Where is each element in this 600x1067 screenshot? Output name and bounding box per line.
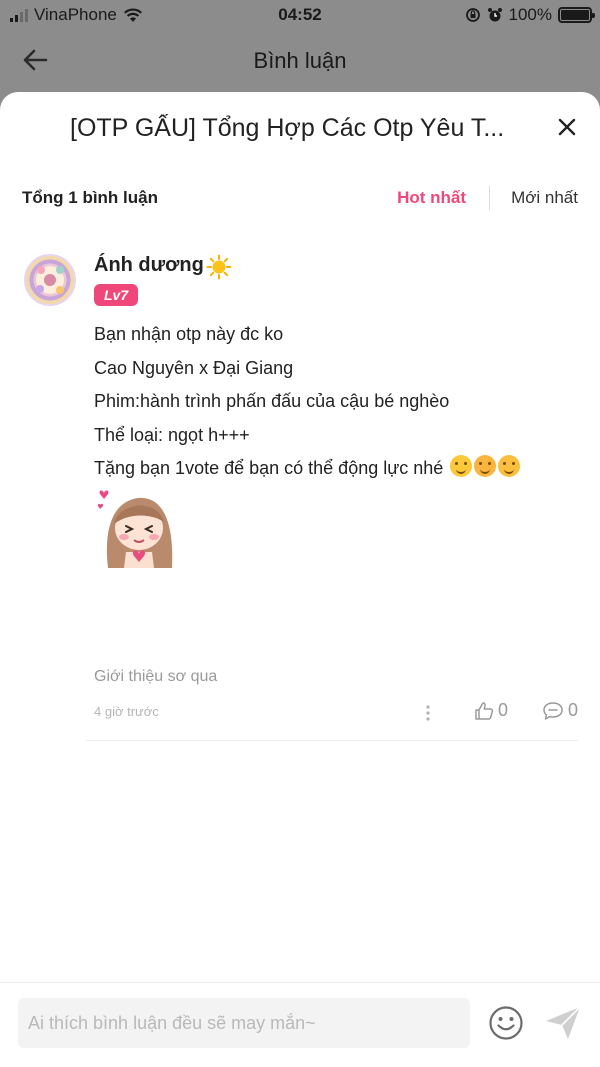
sticker-caption: Giới thiệu sơ qua <box>94 668 218 685</box>
thumbs-up-icon <box>475 701 494 720</box>
smiling-face-icon <box>450 455 473 477</box>
like-button[interactable]: 0 <box>474 700 508 721</box>
like-count: 0 <box>498 700 509 720</box>
avatar[interactable] <box>24 254 76 306</box>
comment-username[interactable]: Ánh dương <box>94 254 204 277</box>
level-badge: Lv7 <box>94 284 139 306</box>
comment-meta: 4 giờ trước 0 0 <box>94 700 578 726</box>
more-options-icon[interactable] <box>426 704 430 722</box>
background-header: Bình luận <box>0 30 600 92</box>
reply-count: 0 <box>567 700 578 720</box>
emoji-picker-icon[interactable] <box>488 1005 524 1041</box>
sun-icon <box>206 254 232 280</box>
comment-divider <box>86 740 578 741</box>
comment-line: Tặng bạn 1vote để bạn có thể động lực nh… <box>94 458 444 478</box>
comment-count: Tổng 1 bình luận <box>22 188 158 207</box>
comment-composer <box>0 982 600 1067</box>
comment-line-with-emoji: Tặng bạn 1vote để bạn có thể động lực nh… <box>94 452 564 486</box>
comment-line: Phim:hành trình phấn đấu của cậu bé nghè… <box>94 391 450 411</box>
sort-tab-hot[interactable]: Hot nhất <box>397 188 466 208</box>
face-blowing-kiss-icon <box>498 455 521 477</box>
comment-bubble-icon <box>543 701 563 720</box>
reply-button[interactable]: 0 <box>542 700 578 721</box>
send-icon[interactable] <box>544 1005 582 1041</box>
avatar-image <box>36 266 64 294</box>
battery-icon <box>558 7 595 23</box>
sheet-title: [OTP GẤU] Tổng Hợp Các Otp Yêu T... <box>70 114 505 142</box>
page-title: Bình luận <box>253 48 347 73</box>
alarm-icon <box>487 8 502 22</box>
comment-summary-row: Tổng 1 bình luận Hot nhất Mới nhất <box>22 186 578 216</box>
comment-body: Bạn nhận otp này đc ko Cao Nguyên x Đại … <box>94 318 564 486</box>
status-right: 100% <box>465 5 595 25</box>
comment-line: Thể loại: ngọt h+++ <box>94 424 250 445</box>
battery-percent: 100% <box>508 5 552 24</box>
anime-girl-sticker[interactable] <box>94 484 180 570</box>
comment-line: Bạn nhận otp này đc ko <box>94 324 284 344</box>
sort-divider <box>489 186 490 210</box>
comment-line: Cao Nguyên x Đại Giang <box>94 357 294 378</box>
smiling-face-with-hearts-icon <box>474 455 497 477</box>
comment-input[interactable] <box>18 998 470 1048</box>
sort-tab-newest[interactable]: Mới nhất <box>511 188 578 208</box>
comments-sheet: [OTP GẤU] Tổng Hợp Các Otp Yêu T... Tổng… <box>0 92 600 1067</box>
orientation-lock-icon <box>465 8 480 22</box>
timestamp: 4 giờ trước <box>94 704 159 719</box>
close-icon[interactable] <box>556 116 578 138</box>
status-bar: VinaPhone 04:52 100% <box>0 0 600 30</box>
